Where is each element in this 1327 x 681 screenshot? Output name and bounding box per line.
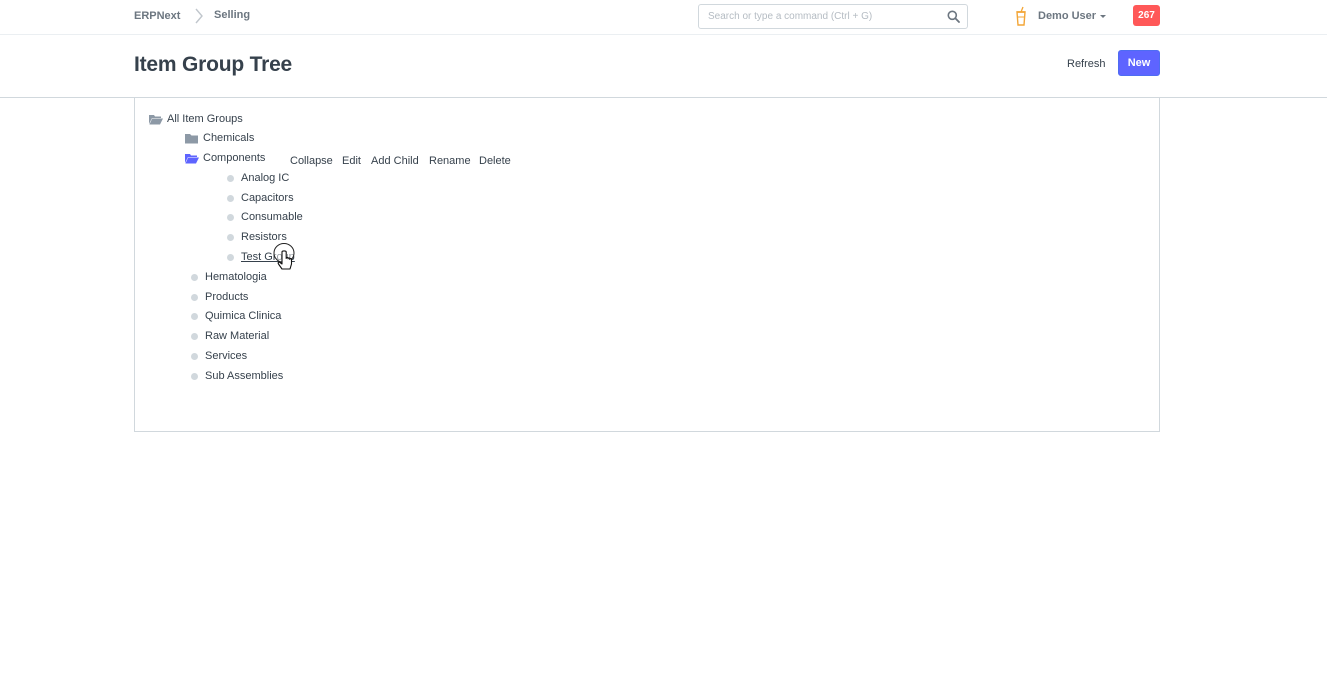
leaf-dot	[227, 234, 234, 241]
notification-badge[interactable]: 267	[1133, 5, 1160, 26]
tree-node-label[interactable]: Raw Material	[205, 330, 269, 342]
tree-node-label[interactable]: Resistors	[241, 231, 287, 243]
page-head: Item Group Tree Refresh New	[0, 35, 1327, 98]
leaf-dot	[191, 333, 198, 340]
leaf-dot	[191, 313, 198, 320]
leaf-dot	[191, 294, 198, 301]
leaf-dot	[191, 274, 198, 281]
page-title: Item Group Tree	[134, 53, 293, 76]
brand-link[interactable]: ERPNext	[134, 10, 180, 22]
leaf-dot	[227, 175, 234, 182]
collapse-button[interactable]: Collapse	[290, 155, 333, 167]
tree-node-label[interactable]: All Item Groups	[167, 113, 243, 125]
search-icon[interactable]	[947, 10, 960, 23]
tree-node-label[interactable]: Consumable	[241, 211, 303, 223]
leaf-dot	[227, 254, 234, 261]
tree-node-label[interactable]: Components	[203, 152, 265, 164]
folder-open-icon	[149, 115, 163, 125]
tree-node-label[interactable]: Services	[205, 350, 247, 362]
rename-button[interactable]: Rename	[429, 155, 471, 167]
tree-panel: All Item Groups Chemicals Components Col…	[134, 98, 1160, 432]
leaf-dot	[227, 195, 234, 202]
tree-node-label[interactable]: Chemicals	[203, 132, 254, 144]
tree-node-label[interactable]: Sub Assemblies	[205, 370, 283, 382]
chevron-down-icon[interactable]	[1100, 15, 1106, 18]
tree-node-label[interactable]: Quimica Clinica	[205, 310, 281, 322]
breadcrumb-selling[interactable]: Selling	[214, 9, 250, 21]
tree-node-label[interactable]: Products	[205, 291, 248, 303]
user-avatar-icon[interactable]	[1014, 6, 1028, 26]
refresh-button[interactable]: Refresh	[1060, 52, 1113, 76]
tree-node-label[interactable]: Test Group	[241, 251, 295, 263]
edit-button[interactable]: Edit	[342, 155, 361, 167]
add-child-button[interactable]: Add Child	[371, 155, 419, 167]
navbar: ERPNext Selling Demo User 267	[0, 0, 1327, 35]
leaf-dot	[227, 214, 234, 221]
folder-open-icon	[185, 154, 199, 164]
search-box[interactable]	[698, 4, 968, 29]
leaf-dot	[191, 373, 198, 380]
tree-node-label[interactable]: Analog IC	[241, 172, 289, 184]
search-input[interactable]	[699, 5, 939, 28]
new-button[interactable]: New	[1118, 50, 1160, 76]
delete-button[interactable]: Delete	[479, 155, 511, 167]
chevron-right-icon	[195, 8, 203, 24]
folder-icon	[185, 134, 198, 144]
tree-node-label[interactable]: Hematologia	[205, 271, 267, 283]
tree-node-label[interactable]: Capacitors	[241, 192, 294, 204]
leaf-dot	[191, 353, 198, 360]
user-menu[interactable]: Demo User	[1038, 10, 1096, 22]
